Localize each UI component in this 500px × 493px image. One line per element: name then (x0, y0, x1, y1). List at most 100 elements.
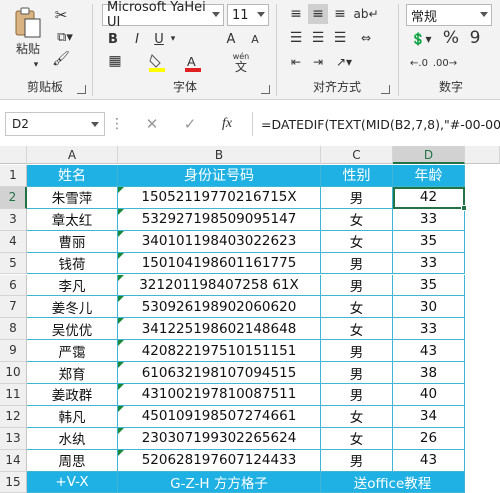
font-size-combo[interactable]: 11 (227, 4, 269, 26)
table-cell[interactable]: 男 (321, 252, 393, 275)
row-header-5[interactable]: 5 (0, 252, 27, 275)
border-icon[interactable]: ▦ (104, 52, 126, 70)
header-cell[interactable]: 身份证号码 (118, 165, 321, 187)
table-cell[interactable]: 341225198602148648 (118, 318, 321, 341)
table-cell[interactable]: 女 (321, 427, 393, 450)
table-cell[interactable]: 34 (393, 405, 465, 428)
bold-button[interactable]: B (104, 30, 122, 48)
more-options-icon[interactable]: ⋮ (108, 112, 126, 136)
table-cell[interactable]: 朱雪萍 (27, 186, 118, 209)
table-cell[interactable]: 女 (321, 296, 393, 319)
table-cell[interactable]: 420822197510151151 (118, 340, 321, 363)
paste-button[interactable] (8, 6, 48, 40)
column-header-b[interactable]: B (118, 146, 321, 164)
table-cell[interactable]: 男 (321, 449, 393, 472)
column-header-e[interactable] (465, 146, 500, 164)
align-left-icon[interactable]: ☰ (286, 28, 306, 48)
row-header-9[interactable]: 9 (0, 340, 27, 363)
grow-font-button[interactable]: A (222, 30, 240, 48)
table-cell[interactable]: 450109198507274661 (118, 405, 321, 428)
font-launcher-icon[interactable] (261, 85, 270, 94)
alignment-launcher-icon[interactable] (381, 85, 390, 94)
column-header-d[interactable]: D (393, 146, 465, 164)
table-cell[interactable]: 610632198107094515 (118, 362, 321, 384)
currency-icon[interactable]: 💲▾ (408, 30, 434, 48)
format-painter-icon[interactable]: 🖌 (52, 50, 70, 68)
merge-cells-icon[interactable]: ⇔ (354, 28, 378, 48)
table-cell[interactable]: 340101198403022623 (118, 230, 321, 253)
increase-indent-icon[interactable]: ⇥ (308, 52, 328, 72)
table-cell[interactable]: 严霭 (27, 340, 118, 363)
phonetic-button[interactable]: wén 文 (228, 50, 254, 74)
table-cell[interactable]: 女 (321, 208, 393, 231)
underline-button[interactable]: U (150, 30, 168, 48)
enter-icon[interactable]: ✓ (178, 112, 202, 136)
shrink-font-button[interactable]: A (246, 30, 264, 48)
table-cell[interactable]: 431002197810087511 (118, 384, 321, 406)
align-top-icon[interactable]: ≡ (286, 4, 306, 24)
decrease-indent-icon[interactable]: ⇤ (286, 52, 306, 72)
table-cell[interactable]: 女 (321, 230, 393, 253)
table-cell[interactable]: 530926198902060620 (118, 296, 321, 319)
table-cell[interactable]: 吴优优 (27, 318, 118, 341)
column-header-c[interactable]: C (321, 146, 393, 164)
wrap-text-icon[interactable]: ab↵ (353, 4, 378, 24)
name-box[interactable]: D2 (5, 112, 105, 136)
table-cell[interactable]: 43 (393, 449, 465, 472)
table-cell[interactable]: 532927198509095147 (118, 208, 321, 231)
cut-icon[interactable]: ✂ (52, 6, 70, 24)
font-name-combo[interactable]: Microsoft YaHei UI (102, 0, 224, 30)
table-cell[interactable]: 520628197607124433 (118, 449, 321, 472)
row-header-2[interactable]: 2 (0, 186, 27, 209)
table-cell[interactable]: 韩凡 (27, 405, 118, 428)
table-cell[interactable]: 33 (393, 318, 465, 341)
table-cell[interactable]: 33 (393, 208, 465, 231)
align-middle-icon[interactable]: ≡ (308, 4, 328, 24)
table-cell[interactable]: 33 (393, 252, 465, 275)
table-cell[interactable]: 女 (321, 318, 393, 341)
number-format-combo[interactable]: 常规 (406, 4, 492, 26)
footer-cell[interactable]: 送office教程 (321, 471, 465, 493)
fill-color-button[interactable] (146, 52, 168, 72)
table-cell[interactable]: 曹丽 (27, 230, 118, 253)
comma-style-button[interactable]: 9 (466, 28, 484, 48)
chevron-down-icon[interactable]: ▾ (28, 60, 44, 70)
select-all-corner[interactable] (0, 146, 27, 164)
row-header-12[interactable]: 12 (0, 405, 27, 428)
orientation-icon[interactable]: ↗▾ (332, 52, 356, 72)
table-cell[interactable]: 姜政群 (27, 384, 118, 406)
footer-cell[interactable]: G-Z-H 方方格子 (118, 471, 321, 493)
row-header-7[interactable]: 7 (0, 296, 27, 319)
table-cell[interactable]: 章太红 (27, 208, 118, 231)
row-header-4[interactable]: 4 (0, 230, 27, 253)
header-cell[interactable]: 姓名 (27, 165, 118, 187)
row-header-8[interactable]: 8 (0, 318, 27, 341)
row-header-11[interactable]: 11 (0, 384, 27, 406)
increase-decimal-icon[interactable]: ←.0 (408, 54, 430, 72)
row-header-1[interactable]: 1 (0, 165, 27, 187)
align-right-icon[interactable]: ☰ (330, 28, 350, 48)
header-cell[interactable]: 性别 (321, 165, 393, 187)
header-cell[interactable]: 年龄 (393, 165, 465, 187)
table-cell[interactable]: 男 (321, 274, 393, 297)
selected-cell[interactable]: 42 (393, 186, 465, 209)
insert-function-button[interactable]: fx (214, 112, 240, 136)
table-cell[interactable]: 水纨 (27, 427, 118, 450)
font-color-button[interactable]: A (182, 52, 204, 72)
row-header-3[interactable]: 3 (0, 208, 27, 231)
column-header-a[interactable]: A (27, 146, 118, 164)
table-cell[interactable]: 321201198407258 61X (118, 274, 321, 297)
chevron-down-icon[interactable]: ▾ (168, 30, 178, 48)
table-cell[interactable]: 150104198601161775 (118, 252, 321, 275)
table-cell[interactable]: 男 (321, 340, 393, 363)
table-cell[interactable]: 郑育 (27, 362, 118, 384)
row-header-15[interactable]: 15 (0, 471, 27, 493)
table-cell[interactable]: 钱荷 (27, 252, 118, 275)
align-bottom-icon[interactable]: ≡ (330, 4, 350, 24)
row-header-14[interactable]: 14 (0, 449, 27, 472)
row-header-13[interactable]: 13 (0, 427, 27, 450)
table-cell[interactable]: 男 (321, 384, 393, 406)
italic-button[interactable]: I (128, 30, 146, 48)
table-cell[interactable]: 周思 (27, 449, 118, 472)
formula-input[interactable]: =DATEDIF(TEXT(MID(B2,7,8),"#-00-00"),TOD… (252, 112, 500, 136)
